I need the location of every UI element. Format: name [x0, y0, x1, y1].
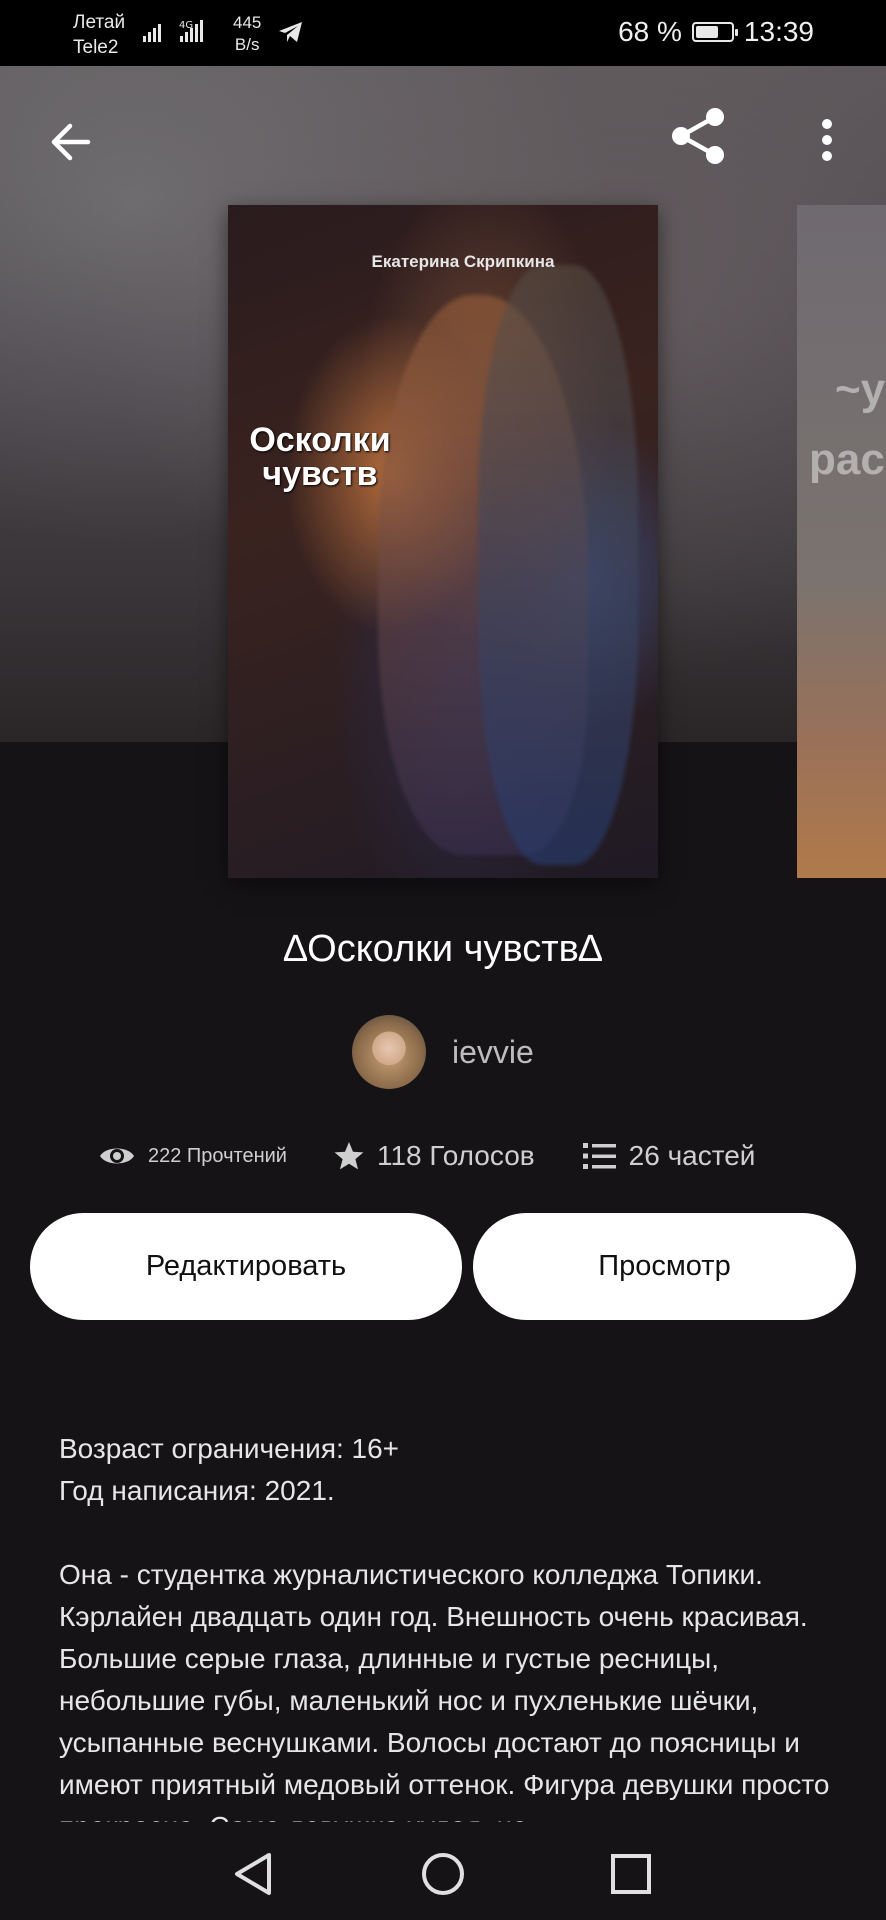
arrow-left-icon	[51, 123, 91, 161]
nav-recent-button[interactable]	[601, 1844, 661, 1904]
reads-stat: 222 Прочтений	[98, 1143, 287, 1169]
carrier-info: Летай Tele2	[73, 10, 125, 60]
next-cover-text: ~у	[835, 365, 886, 414]
square-recent-icon	[611, 1854, 651, 1894]
battery-icon	[691, 22, 738, 42]
cover-title: Осколки чувств	[240, 423, 400, 491]
votes-count: 118 Голосов	[376, 1140, 535, 1171]
share-icon	[672, 108, 724, 164]
battery-percent: 68 %	[618, 16, 682, 47]
reads-count: 222 Прочтений	[148, 1144, 287, 1167]
nav-back-button[interactable]	[223, 1844, 283, 1904]
speed-value: 445	[233, 13, 262, 32]
speed-unit: B/s	[234, 35, 260, 54]
book-title: ∆Осколки чувств∆	[283, 928, 603, 970]
battery-fill	[695, 26, 718, 38]
nav-home-button[interactable]	[413, 1844, 473, 1904]
telegram-icon	[278, 20, 304, 49]
more-vertical-icon	[822, 119, 832, 161]
description-text: Она - студентка журналистического коллед…	[59, 1559, 830, 1822]
year-written: Год написания: 2021.	[59, 1475, 335, 1506]
carrier-name-2: Tele2	[73, 37, 119, 58]
carrier-name-1: Летай	[73, 12, 126, 33]
edit-button[interactable]: Редактировать	[30, 1213, 462, 1320]
next-book-cover[interactable]: ~у рас	[797, 205, 886, 878]
next-cover-text: рас	[809, 435, 885, 484]
votes-stat: 118 Голосов	[333, 1140, 535, 1172]
author-name[interactable]: ievvie	[452, 1034, 534, 1071]
clock: 13:39	[743, 16, 814, 47]
author-link[interactable]: ievvie	[352, 1014, 534, 1090]
cover-title-line: чувств	[262, 455, 378, 493]
cover-author: Екатерина Скрипкина	[371, 252, 555, 271]
eye-icon	[100, 1148, 134, 1164]
back-button[interactable]	[40, 112, 100, 172]
status-bar: Летай Tele2 4G 445 B/s 68 % 13:39	[0, 0, 886, 66]
share-button[interactable]	[666, 104, 730, 168]
book-description: Возраст ограничения: 16+ Год написания: …	[59, 1428, 859, 1822]
book-cover[interactable]: Екатерина Скрипкина Осколки чувств	[228, 205, 658, 878]
signal-icon: 4G	[143, 18, 223, 51]
network-speed: 445 B/s	[233, 12, 261, 56]
age-rating: Возраст ограничения: 16+	[59, 1433, 400, 1464]
parts-stat: 26 частей	[582, 1140, 756, 1172]
system-nav-bar	[0, 1822, 886, 1920]
list-icon	[582, 1143, 616, 1169]
triangle-back-icon	[235, 1853, 271, 1895]
avatar[interactable]	[352, 1015, 426, 1089]
circle-home-icon	[422, 1853, 464, 1895]
more-options-button[interactable]	[812, 110, 842, 170]
status-right: 68 % 13:39	[618, 16, 814, 48]
parts-count: 26 частей	[628, 1140, 756, 1171]
preview-button[interactable]: Просмотр	[473, 1213, 856, 1320]
star-icon	[334, 1142, 364, 1170]
cover-title-line: Осколки	[249, 421, 391, 459]
cover-art-figure	[478, 265, 638, 865]
book-stats: 222 Прочтений 118 Голосов 26 частей	[98, 1134, 755, 1178]
